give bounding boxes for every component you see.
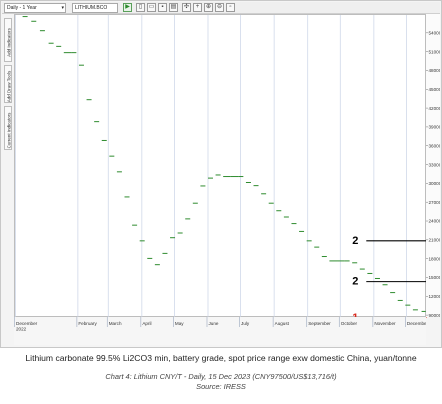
y-tick-label: 300000: [429, 181, 441, 186]
x-tick-label: December: [407, 321, 426, 326]
y-tick-label: 330000: [429, 162, 441, 167]
x-tick-label: February: [78, 321, 97, 326]
x-tick-label: July: [241, 321, 250, 326]
y-tick-label: 150000: [429, 275, 441, 280]
settings-icon[interactable]: ✣: [182, 3, 191, 12]
annotation-label-0: 2: [352, 235, 358, 247]
y-tick-label: 540000: [429, 31, 441, 36]
x-axis: December 2022 February March April May June Jul…: [14, 317, 429, 345]
x-tick-label: May: [175, 321, 184, 326]
chart-title: Lithium carbonate 99.5% Li2CO3 min, batt…: [25, 353, 417, 363]
x-tick-label: June: [208, 321, 218, 326]
x-tick-label: December: [16, 321, 38, 326]
toolbar: Daily - 1 Year ▾ LITHIUM.BCO ▶ ▯ ▭ ▪ ▤ ✣…: [2, 2, 440, 14]
zoom-in-icon[interactable]: ⊕: [204, 3, 213, 12]
save-icon[interactable]: ▪: [158, 3, 167, 12]
x-tick-label: August: [275, 321, 290, 326]
zoom-out-icon[interactable]: ⊖: [215, 3, 224, 12]
period-select[interactable]: Daily - 1 Year ▾: [4, 3, 66, 13]
chart-subtitle: Chart 4: Lithium CNY/T - Daily, 15 Dec 2…: [105, 372, 337, 381]
open-icon[interactable]: ▭: [147, 3, 156, 12]
chevron-down-icon: ▾: [61, 5, 64, 11]
chart-source: Source: IRESS: [196, 382, 246, 391]
symbol-input[interactable]: LITHIUM.BCO: [72, 3, 118, 13]
crosshair-icon[interactable]: +: [193, 3, 202, 12]
plot-area[interactable]: 221: [14, 14, 427, 324]
y-axis: 540000 510000 480000 450000 420000 390000 3600…: [426, 14, 442, 318]
print-icon[interactable]: ▤: [169, 3, 178, 12]
x-axis-labels: December2022February March April May June Jul…: [14, 317, 429, 332]
y-tick-label: 240000: [429, 219, 441, 224]
y-tick-label: 420000: [429, 106, 441, 111]
y-tick-label: 270000: [429, 200, 441, 205]
annotation-label-1: 2: [352, 276, 358, 288]
y-tick-label: 120000: [429, 294, 441, 299]
x-tick-label: October: [341, 321, 358, 326]
page-icon[interactable]: ▯: [136, 3, 145, 12]
y-tick-label: 480000: [429, 68, 441, 73]
y-tick-label: 360000: [429, 143, 441, 148]
play-button[interactable]: ▶: [123, 3, 132, 12]
tab-current-indicators-label: Current Indicators: [6, 112, 12, 149]
x-tick-label: November: [374, 321, 396, 326]
tab-current-indicators[interactable]: Current Indicators: [4, 106, 12, 150]
y-tick-label: 450000: [429, 87, 441, 92]
x-tick-label: March: [109, 321, 122, 326]
y-tick-label: 90000: [429, 313, 441, 317]
y-tick-label: 390000: [429, 125, 441, 130]
y-tick-label: 510000: [429, 49, 441, 54]
price-chart: 221: [15, 15, 427, 324]
x-tick-label: 2022: [16, 327, 27, 332]
x-tick-label: April: [142, 321, 151, 326]
y-tick-label: 180000: [429, 256, 441, 261]
x-tick-label: September: [308, 321, 331, 326]
y-axis-labels: 540000 510000 480000 450000 420000 390000 3600…: [426, 31, 442, 318]
y-tick-label: 210000: [429, 238, 441, 243]
more-icon[interactable]: ▫: [226, 3, 235, 12]
